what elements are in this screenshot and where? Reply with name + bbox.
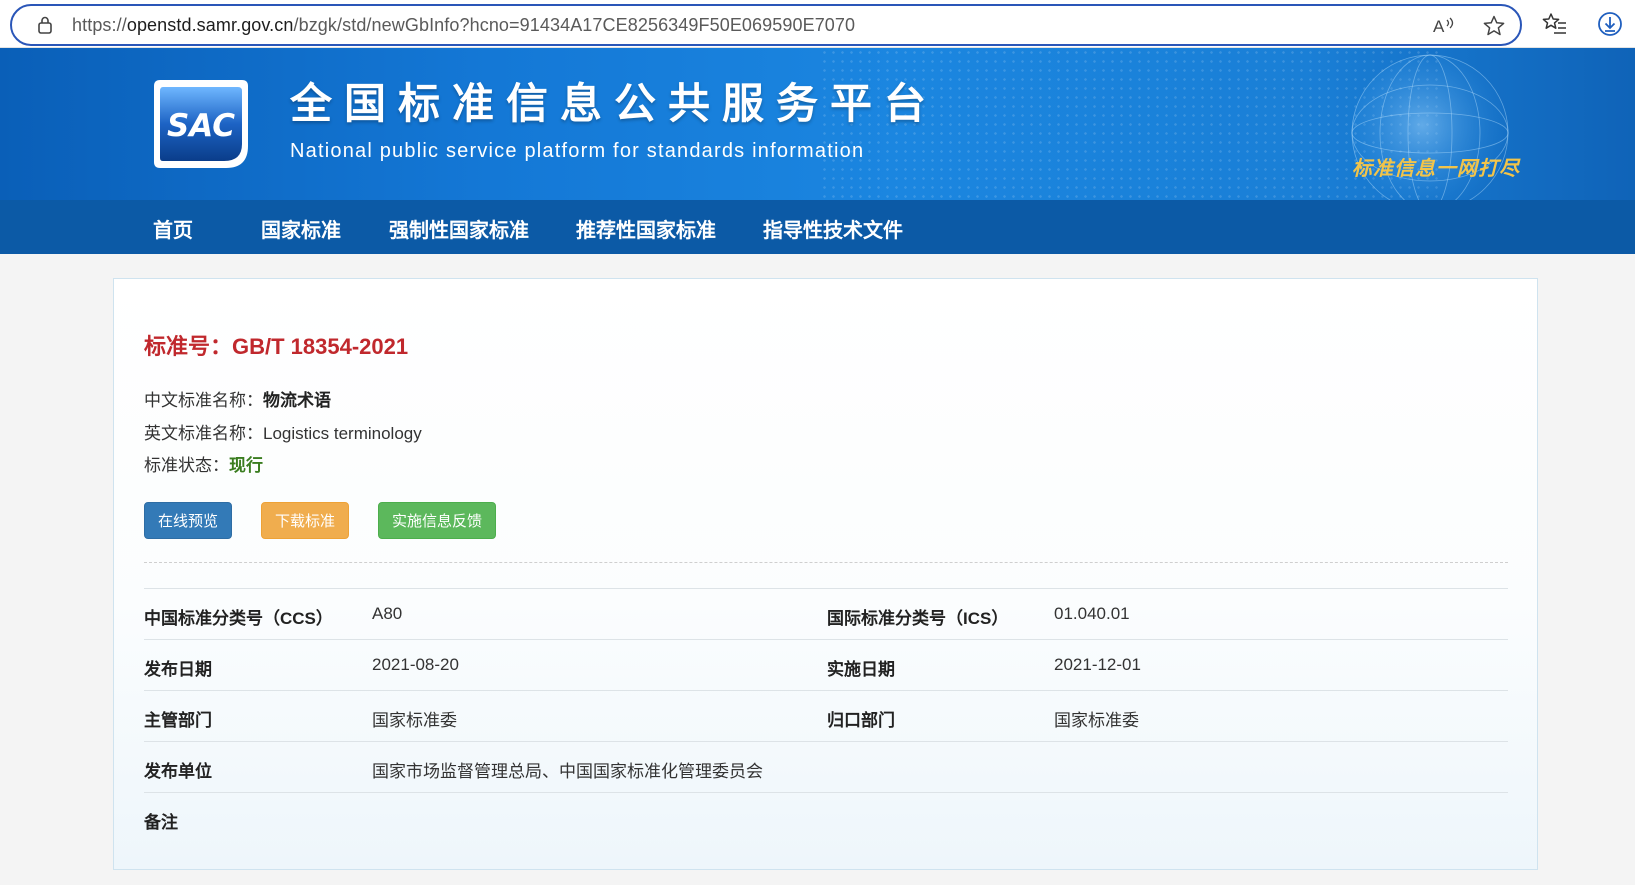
status-value: 现行: [229, 456, 263, 475]
favorites-list-icon[interactable]: [1541, 10, 1569, 38]
favorite-star-icon[interactable]: [1480, 12, 1508, 40]
site-banner: SAC 全国标准信息公共服务平台 National public service…: [0, 48, 1635, 200]
status-label: 标准状态：: [144, 456, 229, 475]
cn-name-row: 中文标准名称：物流术语: [144, 386, 331, 411]
detail-row: 备注: [144, 792, 1508, 843]
detail-table: 中国标准分类号（CCS） A80 国际标准分类号（ICS） 01.040.01 …: [144, 588, 1508, 843]
nav-item-mandatory-standards[interactable]: 强制性国家标准: [389, 214, 529, 243]
publisher-label: 发布单位: [144, 762, 212, 781]
publish-date-value: 2021-08-20: [372, 655, 459, 674]
standard-detail-panel: 标准号：GB/T 18354-2021 中文标准名称：物流术语 英文标准名称：L…: [113, 278, 1538, 870]
svg-text:A: A: [1433, 17, 1445, 36]
publish-date-label: 发布日期: [144, 660, 212, 679]
nav-item-guidance-documents[interactable]: 指导性技术文件: [763, 214, 903, 243]
url-text[interactable]: https://openstd.samr.gov.cn/bzgk/std/new…: [72, 15, 855, 36]
nav-item-home[interactable]: 首页: [153, 214, 193, 243]
impl-date-label: 实施日期: [827, 660, 895, 679]
cn-name-value: 物流术语: [263, 391, 331, 410]
ccs-label: 中国标准分类号（CCS）: [144, 609, 333, 628]
publisher-value: 国家市场监督管理总局、中国国家标准化管理委员会: [372, 762, 763, 781]
svg-text:SAC: SAC: [167, 108, 235, 144]
feedback-button[interactable]: 实施信息反馈: [378, 502, 496, 539]
en-name-label: 英文标准名称：: [144, 424, 263, 443]
site-slogan: 标准信息一网打尽: [1352, 156, 1520, 180]
status-row: 标准状态：现行: [144, 451, 263, 476]
nav-item-recommended-standards[interactable]: 推荐性国家标准: [576, 214, 716, 243]
site-subtitle: National public service platform for sta…: [290, 140, 865, 162]
standard-number-value: GB/T 18354-2021: [232, 334, 409, 359]
cn-name-label: 中文标准名称：: [144, 391, 263, 410]
belong-value: 国家标准委: [1054, 711, 1139, 730]
ics-label: 国际标准分类号（ICS）: [827, 609, 1009, 628]
ics-value: 01.040.01: [1054, 604, 1130, 623]
dept-label: 主管部门: [144, 711, 212, 730]
detail-row: 发布日期 2021-08-20 实施日期 2021-12-01: [144, 639, 1508, 690]
dept-value: 国家标准委: [372, 711, 457, 730]
browser-toolbar: https://openstd.samr.gov.cn/bzgk/std/new…: [0, 0, 1635, 48]
detail-row: 主管部门 国家标准委 归口部门 国家标准委: [144, 690, 1508, 741]
remark-label: 备注: [144, 813, 178, 832]
download-standard-button[interactable]: 下载标准: [261, 502, 349, 539]
downloads-icon[interactable]: [1596, 10, 1624, 38]
address-bar[interactable]: https://openstd.samr.gov.cn/bzgk/std/new…: [10, 4, 1522, 46]
en-name-value: Logistics terminology: [263, 424, 422, 443]
nav-item-national-standards[interactable]: 国家标准: [261, 214, 341, 243]
main-nav: 首页 国家标准 强制性国家标准 推荐性国家标准 指导性技术文件: [0, 200, 1635, 254]
read-aloud-icon[interactable]: A: [1430, 12, 1458, 40]
divider: [144, 562, 1508, 563]
ccs-value: A80: [372, 604, 403, 623]
standard-number: 标准号：GB/T 18354-2021: [144, 329, 408, 361]
impl-date-value: 2021-12-01: [1054, 655, 1141, 674]
lock-icon[interactable]: [34, 14, 56, 36]
site-title: 全国标准信息公共服务平台: [290, 79, 939, 128]
detail-row: 发布单位 国家市场监督管理总局、中国国家标准化管理委员会: [144, 741, 1508, 792]
sac-logo[interactable]: SAC: [150, 76, 252, 172]
en-name-row: 英文标准名称：Logistics terminology: [144, 419, 422, 444]
belong-label: 归口部门: [827, 711, 895, 730]
detail-row: 中国标准分类号（CCS） A80 国际标准分类号（ICS） 01.040.01: [144, 588, 1508, 639]
standard-number-label: 标准号：: [144, 334, 233, 359]
online-preview-button[interactable]: 在线预览: [144, 502, 232, 539]
